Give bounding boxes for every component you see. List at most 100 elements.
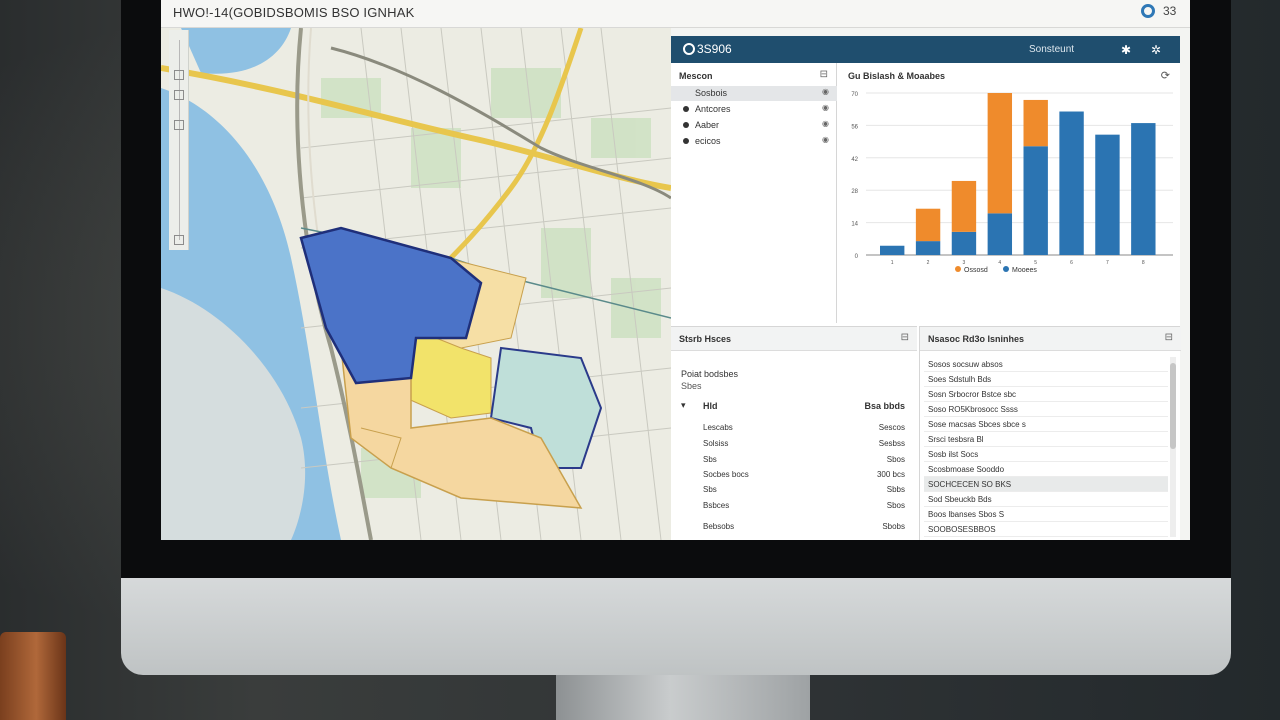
zoom-in-icon[interactable] <box>174 70 184 80</box>
layer-label: Aaber <box>695 120 720 130</box>
collapse-icon[interactable]: ⊟ <box>820 69 828 80</box>
monitor-chin <box>121 575 1231 675</box>
list-item-selected[interactable]: SOCHCECEN SO BKS <box>924 477 1168 492</box>
screen: HWO!-14(GOBIDSBOMIS BSO IGNHAK 33 3S906 … <box>161 0 1190 540</box>
stats-title: Stsrb Hsces <box>679 334 732 344</box>
bar-Mooees <box>1095 134 1120 255</box>
list-item[interactable]: Sosn Srbocror Bstce sbc <box>924 387 1168 402</box>
bar-Ossosd <box>1023 99 1048 147</box>
x-tick-label: 5 <box>1034 260 1037 266</box>
notes-title: Nsasoc Rd3o Isninhes <box>928 334 1025 344</box>
bar-Mooees <box>987 213 1013 255</box>
visibility-icon[interactable]: ◉ <box>822 119 829 128</box>
table-row: Sbs Sbbs <box>703 485 905 494</box>
table-row: Solsiss Sesbss <box>703 439 905 448</box>
x-tick-label: 4 <box>998 260 1001 266</box>
x-tick-label: 6 <box>1070 260 1073 266</box>
scroll-thumb[interactable] <box>1170 363 1176 449</box>
list-item[interactable]: Scosbmoase Sooddo <box>924 462 1168 477</box>
window-counter: 33 <box>1163 4 1177 18</box>
layer-item[interactable]: ecicos ◉ <box>671 134 837 149</box>
pan-icon[interactable] <box>174 120 184 130</box>
dashboard-header: 3S906 Sonsteunt ✱ ✲ <box>671 36 1180 63</box>
legend-label: Mooees <box>1012 267 1037 274</box>
table-row: Socbes bocs 300 bcs <box>703 470 905 479</box>
user-label[interactable]: Sonsteunt <box>1029 44 1074 55</box>
y-tick-label: 0 <box>855 254 859 260</box>
bar-Ossosd <box>951 180 977 232</box>
layers-icon[interactable] <box>174 235 184 245</box>
list-item[interactable]: Sod Sbeuckb Bds <box>924 492 1168 507</box>
y-tick-label: 42 <box>851 157 858 163</box>
stats-panel: Stsrb Hsces ⊟ Poiat bodsbes Sbes Hld Bsa… <box>671 326 917 540</box>
list-item[interactable]: Soso RO5Kbrosocc Ssss <box>924 402 1168 417</box>
layer-label: Antcores <box>695 104 731 114</box>
chart-title: Gu Bislash & Moaabes <box>848 71 946 81</box>
table-row: Lescabs Sescos <box>703 423 905 432</box>
close-icon[interactable]: ⊟ <box>1165 332 1173 343</box>
y-tick-label: 28 <box>851 189 858 195</box>
expand-icon[interactable]: ✱ <box>1121 43 1131 57</box>
logo-icon <box>683 43 695 55</box>
layer-item[interactable]: Sosbois ◉ <box>671 86 837 101</box>
visibility-icon[interactable]: ◉ <box>822 103 829 112</box>
list-item[interactable]: Soes Sdstulh Bds <box>924 372 1168 387</box>
stats-col-left: Hld <box>703 401 718 411</box>
bar-Mooees <box>915 241 941 255</box>
expand-row-icon[interactable]: ▾ <box>681 400 686 411</box>
y-tick-label: 56 <box>851 124 858 130</box>
notes-panel: Nsasoc Rd3o Isninhes ⊟ Sosos socsuw abso… <box>919 326 1181 540</box>
list-item[interactable]: Sosos socsuw absos <box>924 357 1168 372</box>
bar-Mooees <box>1131 123 1156 255</box>
bar-Mooees <box>880 245 905 255</box>
gear-icon[interactable] <box>1141 4 1155 18</box>
layer-label: ecicos <box>695 136 721 146</box>
list-item[interactable]: Sose macsas Sbces sbce s <box>924 417 1168 432</box>
legend-label: Ossosd <box>964 267 988 274</box>
list-item[interactable]: Boos lbanses Sbos S <box>924 507 1168 522</box>
table-row: Bebsobs Sbobs <box>703 522 905 531</box>
layer-item[interactable]: Aaber ◉ <box>671 118 837 133</box>
map-toolbar <box>169 30 189 250</box>
bar-Ossosd <box>987 93 1013 214</box>
bar-Mooees <box>951 231 977 255</box>
bar-Mooees <box>1023 146 1048 255</box>
x-tick-label: 8 <box>1142 260 1145 266</box>
bar-Mooees <box>1059 111 1084 255</box>
visibility-icon[interactable]: ◉ <box>822 135 829 144</box>
legend-swatch <box>1003 266 1009 272</box>
chart-panel: Gu Bislash & Moaabes ⟳ 0 14 28 42 56 70 1 2 3 4 5 6… <box>838 63 1180 323</box>
map-view[interactable] <box>161 28 671 540</box>
scrollbar[interactable] <box>1170 357 1176 537</box>
dashboard-panel: 3S906 Sonsteunt ✱ ✲ Mescon ⊟ Sosbois ◉ A… <box>671 36 1181 540</box>
bar-Ossosd <box>915 208 941 242</box>
x-tick-label: 7 <box>1106 260 1109 266</box>
close-icon[interactable]: ⊟ <box>901 332 909 343</box>
stats-col-right: Bsa bbds <box>864 401 905 411</box>
settings-icon[interactable]: ✲ <box>1151 43 1161 57</box>
refresh-icon[interactable]: ⟳ <box>1161 69 1170 82</box>
layer-item[interactable]: Antcores ◉ <box>671 102 837 117</box>
title-bar: HWO!-14(GOBIDSBOMIS BSO IGNHAK 33 <box>161 0 1190 28</box>
visibility-icon[interactable]: ◉ <box>822 87 829 96</box>
x-tick-label: 1 <box>891 260 894 266</box>
dashboard-title: 3S906 <box>697 42 732 56</box>
table-row: Sbs Sbos <box>703 455 905 464</box>
stats-header: Stsrb Hsces ⊟ <box>671 327 917 351</box>
stats-subtitle: Poiat bodsbes <box>681 369 739 379</box>
layer-dot-icon <box>683 138 689 144</box>
zoom-out-icon[interactable] <box>174 90 184 100</box>
map-canvas[interactable] <box>161 28 671 540</box>
list-item[interactable]: SOOBOSESBBOS <box>924 522 1168 537</box>
list-item[interactable]: Srsci tesbsra Bl <box>924 432 1168 447</box>
wooden-cup <box>0 632 66 720</box>
bar-chart: 014284256701 2 3 4 5 6 7 8Ossosd Mooees <box>851 92 1173 274</box>
stats-subtitle-2: Sbes <box>681 381 702 391</box>
layer-label: Sosbois <box>695 88 728 98</box>
layers-panel: Mescon ⊟ Sosbois ◉ Antcores ◉ Aaber ◉ ec… <box>671 63 837 323</box>
layers-title: Mescon <box>679 71 713 81</box>
list-item[interactable]: Sosb ilst Socs <box>924 447 1168 462</box>
app-title: HWO!-14(GOBIDSBOMIS BSO IGNHAK <box>173 5 415 20</box>
layer-dot-icon <box>683 106 689 112</box>
legend-swatch <box>955 266 961 272</box>
